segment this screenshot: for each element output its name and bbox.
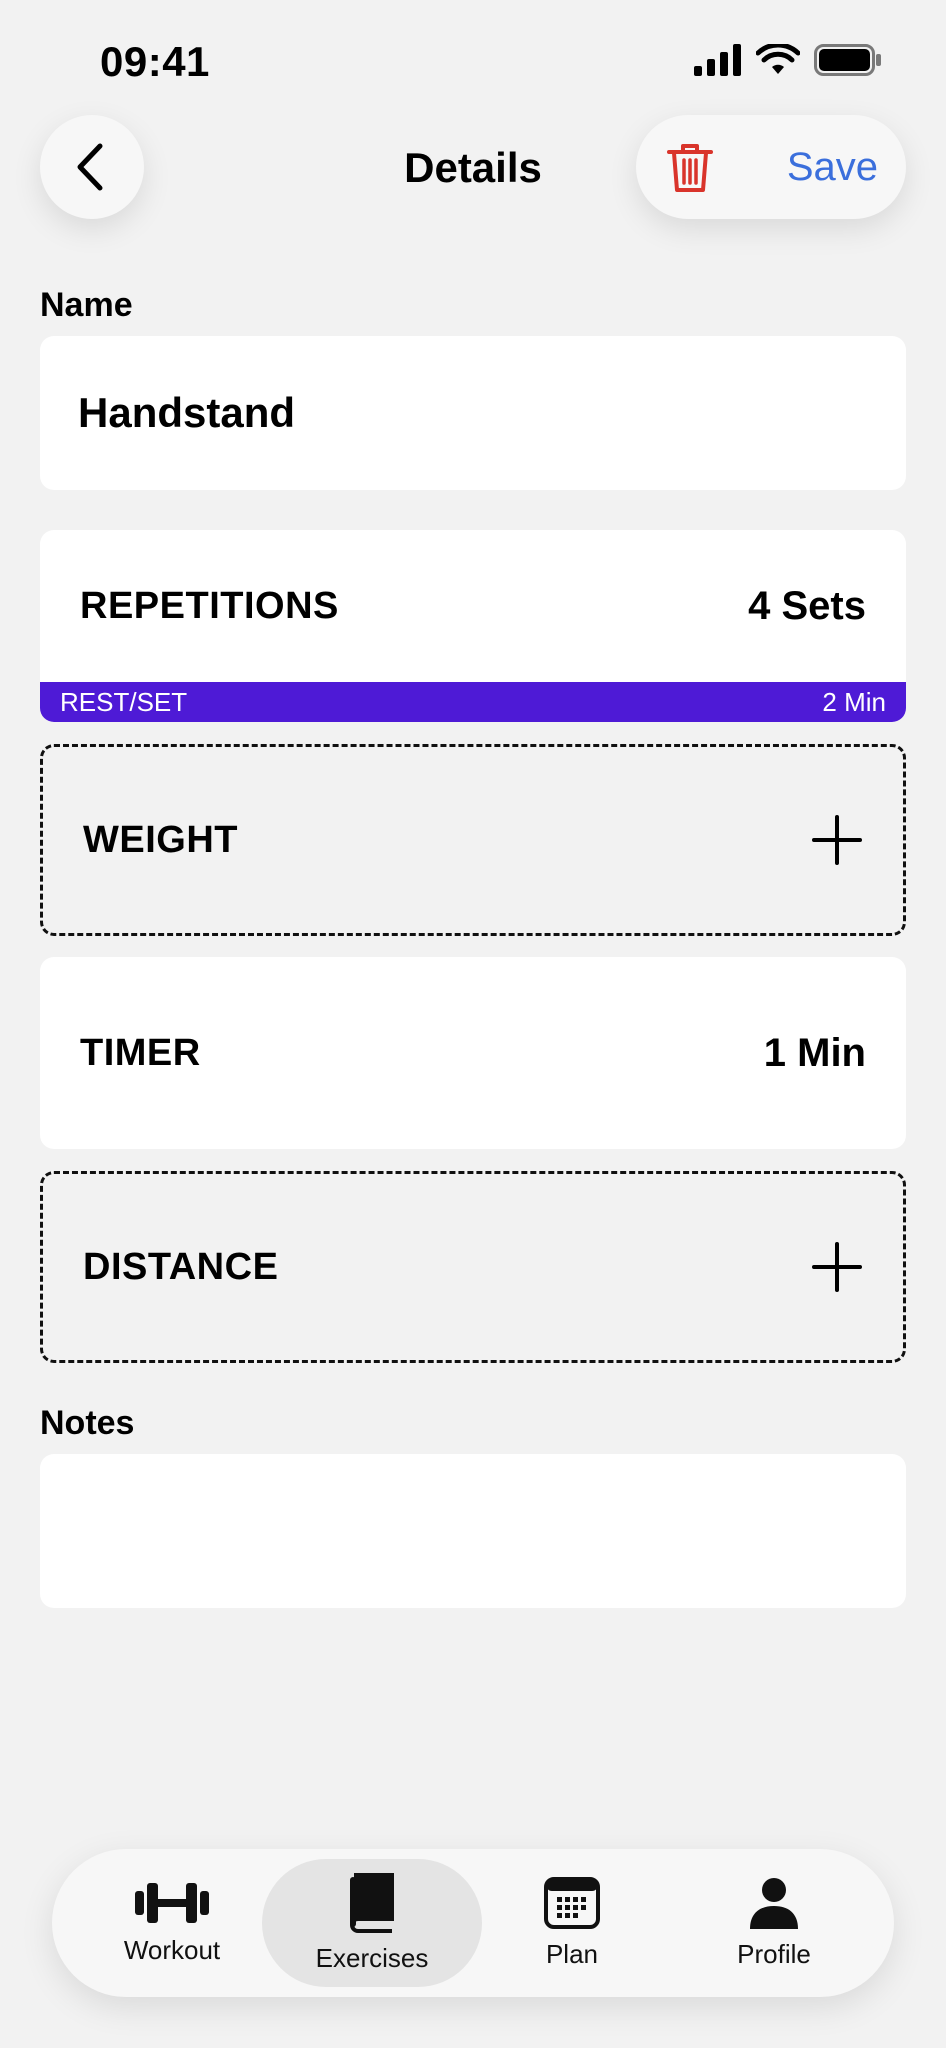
person-icon (750, 1877, 798, 1929)
status-time: 09:41 (100, 38, 210, 85)
plus-icon (812, 1242, 862, 1292)
battery-icon (814, 44, 881, 76)
dumbbell-icon (135, 1882, 209, 1923)
tab-plan[interactable]: Plan (462, 1859, 682, 1987)
tab-profile[interactable]: Profile (664, 1859, 884, 1987)
cellular-signal-icon (694, 44, 741, 76)
tab-bar: Workout Exercises Plan Profile (52, 1849, 894, 1997)
notes-label: Notes (40, 1404, 135, 1442)
name-label: Name (40, 286, 133, 324)
tab-label: Workout (123, 1934, 221, 1965)
tab-workout[interactable]: Workout (62, 1859, 282, 1987)
plus-icon (812, 815, 862, 865)
rest-per-set-label: REST/SET (60, 686, 188, 717)
name-field[interactable]: Handstand (40, 336, 906, 490)
repetitions-card[interactable]: REPETITIONS 4 Sets REST/SET 2 Min (40, 530, 906, 722)
save-button[interactable]: Save (787, 145, 878, 190)
distance-label: DISTANCE (83, 1245, 279, 1288)
notes-field[interactable] (40, 1454, 906, 1608)
tab-label: Plan (545, 1938, 599, 1969)
repetitions-value: 4 Sets (748, 583, 866, 628)
tab-label: Exercises (315, 1942, 429, 1973)
name-value: Handstand (78, 389, 296, 436)
delete-button[interactable] (664, 141, 716, 193)
trash-icon (667, 144, 713, 192)
tab-exercises[interactable]: Exercises (262, 1859, 482, 1987)
header-actions: Save (636, 115, 906, 219)
tab-label: Profile (737, 1938, 811, 1969)
status-icons (694, 44, 882, 76)
add-weight-card[interactable]: WEIGHT (40, 744, 906, 936)
weight-label: WEIGHT (83, 818, 238, 861)
timer-value: 1 Min (763, 1030, 866, 1075)
wifi-icon (756, 44, 800, 74)
rest-per-set-value: 2 Min (822, 686, 886, 717)
rest-per-set-bar[interactable]: REST/SET 2 Min (40, 682, 906, 722)
add-distance-card[interactable]: DISTANCE (40, 1171, 906, 1363)
exercise-details-screen: 09:41 Details Save Name Handstand REPETI… (0, 0, 946, 2048)
timer-card[interactable]: TIMER 1 Min (40, 957, 906, 1149)
timer-label: TIMER (80, 1031, 201, 1074)
repetitions-label: REPETITIONS (80, 584, 339, 627)
calendar-icon (544, 1876, 600, 1929)
book-icon (350, 1872, 394, 1933)
